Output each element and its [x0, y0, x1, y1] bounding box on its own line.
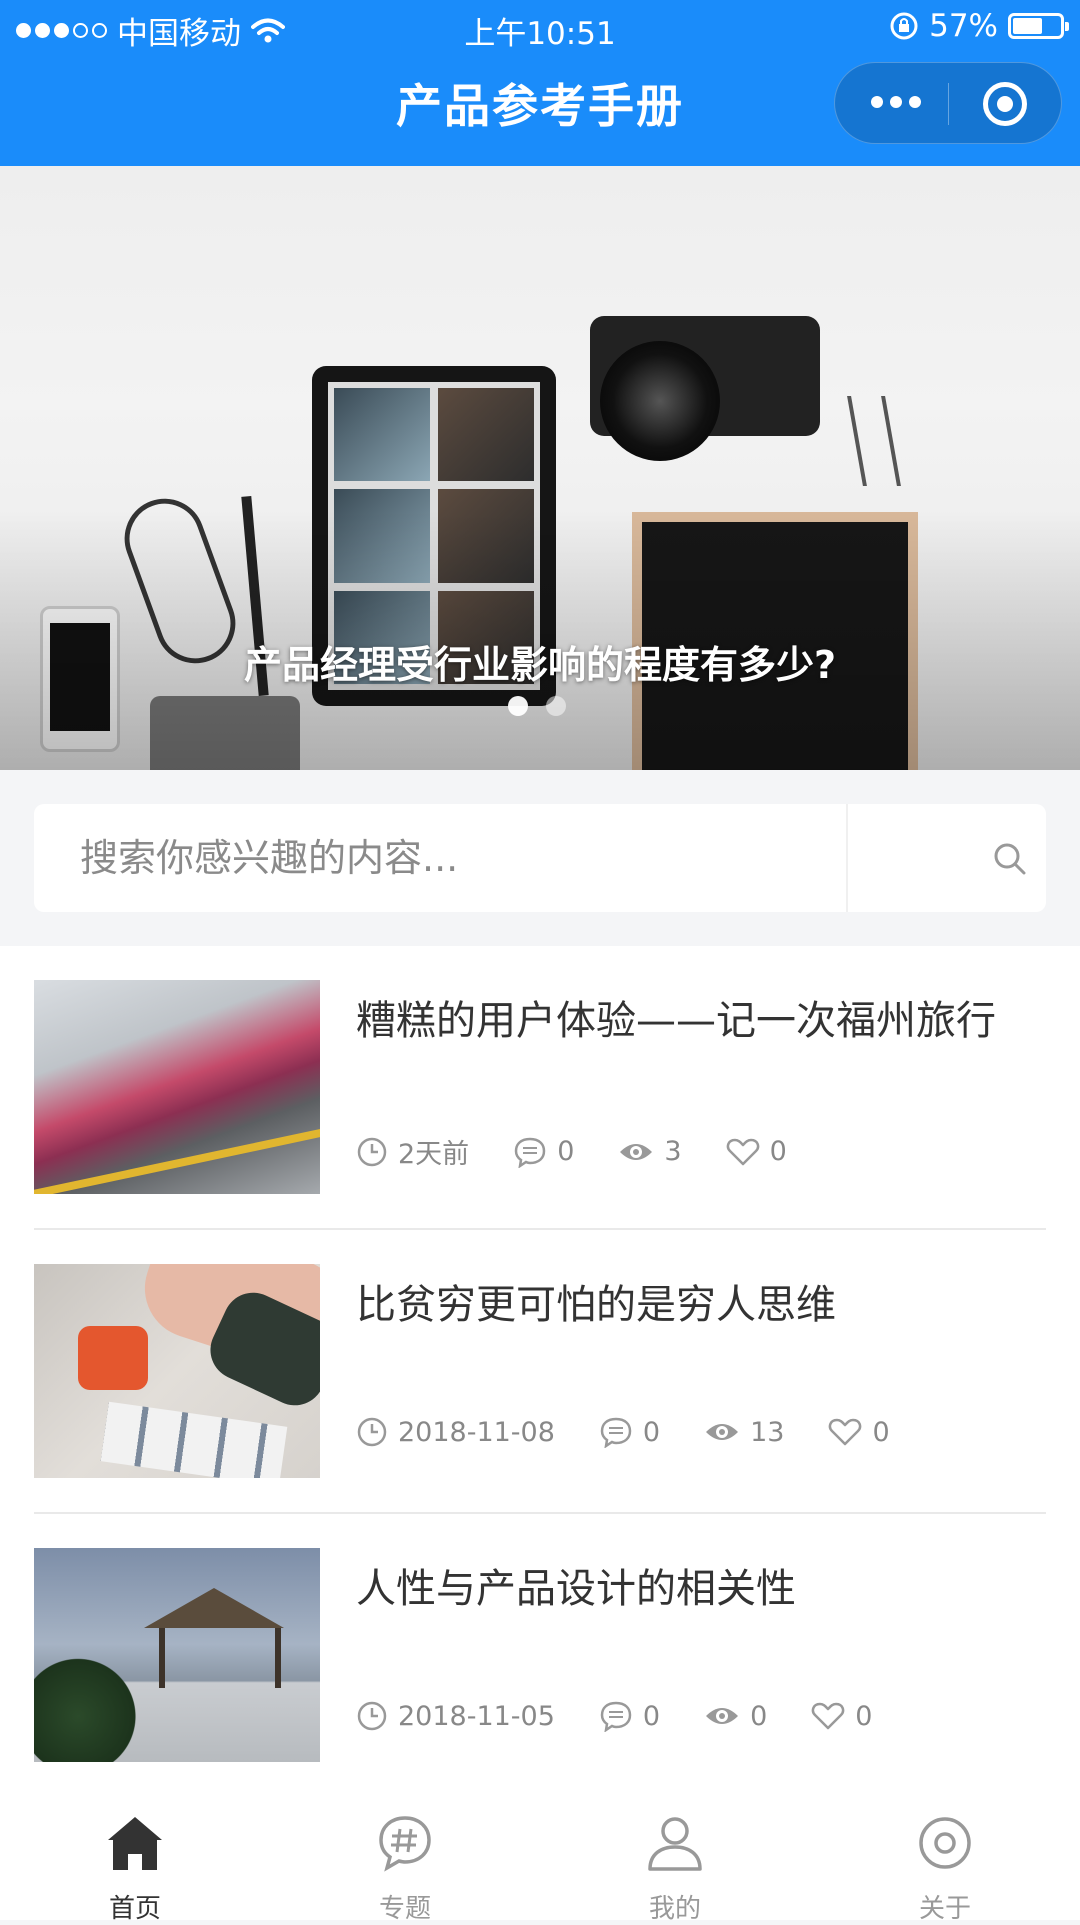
banner-image-scissors — [847, 396, 901, 486]
search-box — [34, 804, 1046, 912]
article-thumbnail-pavilion[interactable] — [34, 1548, 320, 1762]
banner-caption[interactable]: 产品经理受行业影响的程度有多少? — [0, 634, 1080, 689]
tab-topics[interactable]: 专题 — [270, 1770, 540, 1924]
clock-icon — [357, 1137, 387, 1166]
status-bar: 中国移动 上午10:51 57% — [0, 0, 1080, 54]
top-bar: 中国移动 上午10:51 57% 产品参考手册 — [0, 0, 1080, 166]
article-item[interactable]: 比贫穷更可怕的是穷人思维 2018-11-08 0 13 0 — [34, 1264, 1046, 1478]
tab-label: 关于 — [918, 1894, 971, 1924]
search-section — [0, 770, 1080, 946]
tab-about[interactable]: 关于 — [810, 1770, 1080, 1924]
article-title[interactable]: 比贫穷更可怕的是穷人思维 — [356, 1276, 1016, 1334]
eye-icon — [620, 1143, 653, 1160]
clock-icon — [357, 1701, 387, 1731]
heart-icon[interactable] — [726, 1137, 760, 1167]
search-icon — [994, 843, 1026, 875]
topic-icon — [379, 1816, 431, 1872]
article-date: 2天前 — [398, 1139, 470, 1170]
search-button[interactable] — [848, 804, 1046, 912]
user-icon — [648, 1817, 702, 1871]
carousel-dot-active[interactable] — [508, 696, 528, 716]
comment-icon — [600, 1417, 632, 1448]
view-count: 13 — [750, 1416, 785, 1448]
eye-icon — [706, 1708, 739, 1724]
comment-count: 0 — [557, 1136, 575, 1167]
tab-label: 专题 — [378, 1894, 431, 1924]
banner-image-lens — [600, 341, 720, 461]
banner-carousel[interactable]: 产品经理受行业影响的程度有多少? — [0, 166, 1080, 770]
view-count: 0 — [750, 1700, 768, 1732]
article-item[interactable]: 人性与产品设计的相关性 2018-11-05 0 0 0 — [34, 1548, 1046, 1762]
more-options-icon[interactable] — [871, 96, 921, 108]
article-meta: 2天前 0 3 0 — [356, 1132, 831, 1171]
article-list: 糟糕的用户体验——记一次福州旅行 2天前 0 3 0 比贫穷更可怕的是穷人思维 — [0, 946, 1080, 1770]
comment-icon — [514, 1137, 546, 1168]
close-mini-program-icon[interactable] — [983, 82, 1027, 126]
battery-icon — [1008, 13, 1069, 39]
about-icon — [919, 1817, 971, 1869]
like-count: 0 — [855, 1700, 873, 1732]
article-item[interactable]: 糟糕的用户体验——记一次福州旅行 2天前 0 3 0 — [34, 980, 1046, 1194]
comment-icon — [600, 1701, 632, 1732]
article-title[interactable]: 糟糕的用户体验——记一次福州旅行 — [356, 992, 1016, 1050]
article-date: 2018-11-05 — [398, 1700, 555, 1732]
battery-percent: 57% — [929, 8, 998, 44]
tab-home[interactable]: 首页 — [0, 1770, 270, 1924]
article-meta: 2018-11-05 0 0 0 — [356, 1700, 916, 1732]
article-date: 2018-11-08 — [398, 1416, 555, 1448]
article-thumbnail-camera[interactable] — [34, 1264, 320, 1478]
capsule-divider — [948, 83, 949, 125]
tab-bar: 首页 专题 我的 关于 — [0, 1770, 1080, 1924]
article-meta: 2018-11-08 0 13 0 — [356, 1416, 934, 1448]
list-divider — [34, 1512, 1046, 1514]
tab-label: 我的 — [648, 1894, 701, 1924]
orientation-lock-icon — [890, 12, 918, 40]
heart-icon[interactable] — [828, 1417, 862, 1447]
eye-icon — [706, 1424, 739, 1440]
list-divider — [34, 1228, 1046, 1230]
carousel-dot[interactable] — [546, 696, 566, 716]
battery-group: 57% — [889, 8, 1069, 44]
article-title[interactable]: 人性与产品设计的相关性 — [356, 1560, 1016, 1618]
like-count: 0 — [872, 1416, 890, 1448]
article-thumbnail-subway[interactable] — [34, 980, 320, 1194]
comment-count: 0 — [642, 1700, 661, 1732]
carousel-indicator — [508, 696, 566, 716]
like-count: 0 — [769, 1136, 787, 1167]
clock-icon — [357, 1417, 387, 1447]
tab-mine[interactable]: 我的 — [540, 1770, 810, 1924]
view-count: 3 — [664, 1136, 682, 1167]
search-input[interactable] — [34, 804, 846, 912]
mini-program-capsule — [834, 62, 1062, 144]
home-icon — [108, 1817, 162, 1870]
heart-icon[interactable] — [811, 1701, 845, 1731]
comment-count: 0 — [642, 1416, 661, 1448]
tab-label: 首页 — [108, 1894, 161, 1924]
